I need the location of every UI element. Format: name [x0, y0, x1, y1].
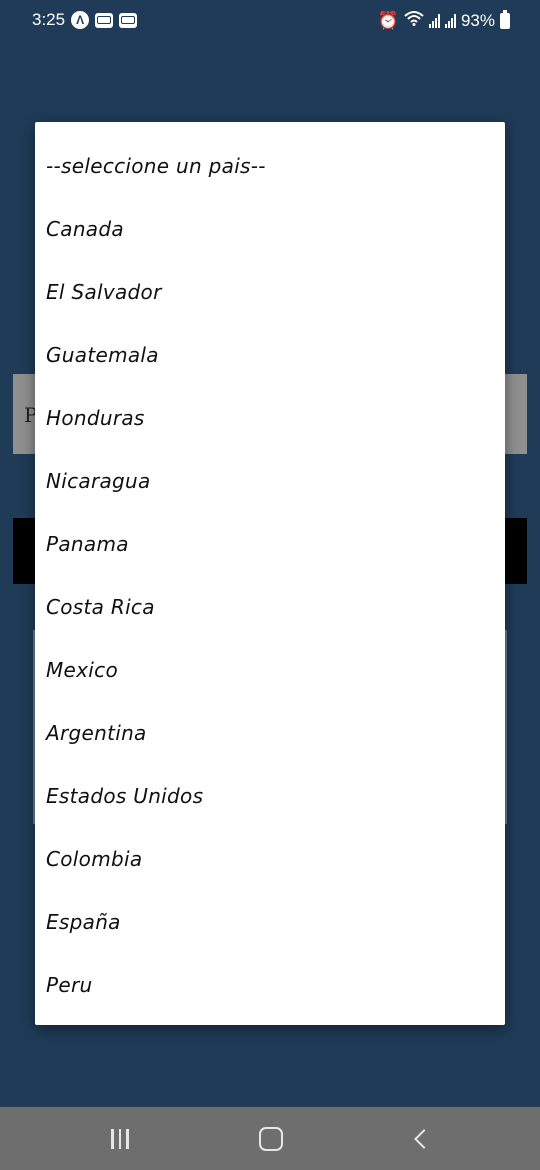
- option-peru[interactable]: Peru: [35, 953, 505, 1016]
- signal-icon: [428, 13, 440, 28]
- option-nicaragua[interactable]: Nicaragua: [35, 449, 505, 512]
- wifi-icon: [404, 10, 424, 31]
- status-left: 3:25 Λ: [32, 10, 138, 30]
- option-espana[interactable]: España: [35, 890, 505, 953]
- option-argentina[interactable]: Argentina: [35, 701, 505, 764]
- option-placeholder[interactable]: --seleccione un pais--: [35, 134, 505, 197]
- navigation-bar: [0, 1107, 540, 1170]
- home-button[interactable]: [251, 1121, 291, 1157]
- app-a-icon: Λ: [71, 11, 90, 29]
- country-options-list: --seleccione un pais-- Canada El Salvado…: [35, 134, 505, 1016]
- option-honduras[interactable]: Honduras: [35, 386, 505, 449]
- recents-icon: [111, 1129, 129, 1149]
- battery-icon: [500, 9, 510, 29]
- option-canada[interactable]: Canada: [35, 197, 505, 260]
- status-bar: 3:25 Λ ⏰ 93%: [0, 0, 540, 42]
- option-mexico[interactable]: Mexico: [35, 638, 505, 701]
- option-estados-unidos[interactable]: Estados Unidos: [35, 764, 505, 827]
- recents-button[interactable]: [100, 1121, 140, 1157]
- home-icon: [259, 1127, 283, 1151]
- back-icon: [414, 1129, 434, 1149]
- battery-percent: 93%: [460, 10, 495, 30]
- back-button[interactable]: [404, 1121, 444, 1157]
- status-right: ⏰ 93%: [377, 9, 510, 31]
- signal-icon: [444, 13, 456, 28]
- option-panama[interactable]: Panama: [35, 512, 505, 575]
- option-colombia[interactable]: Colombia: [35, 827, 505, 890]
- notification-icon: [119, 12, 138, 28]
- option-el-salvador[interactable]: El Salvador: [35, 260, 505, 323]
- notification-icon: [95, 12, 114, 28]
- status-time: 3:25: [32, 10, 66, 29]
- country-select-dialog: --seleccione un pais-- Canada El Salvado…: [35, 122, 505, 1025]
- alarm-icon: ⏰: [377, 10, 399, 30]
- option-guatemala[interactable]: Guatemala: [35, 323, 505, 386]
- option-costa-rica[interactable]: Costa Rica: [35, 575, 505, 638]
